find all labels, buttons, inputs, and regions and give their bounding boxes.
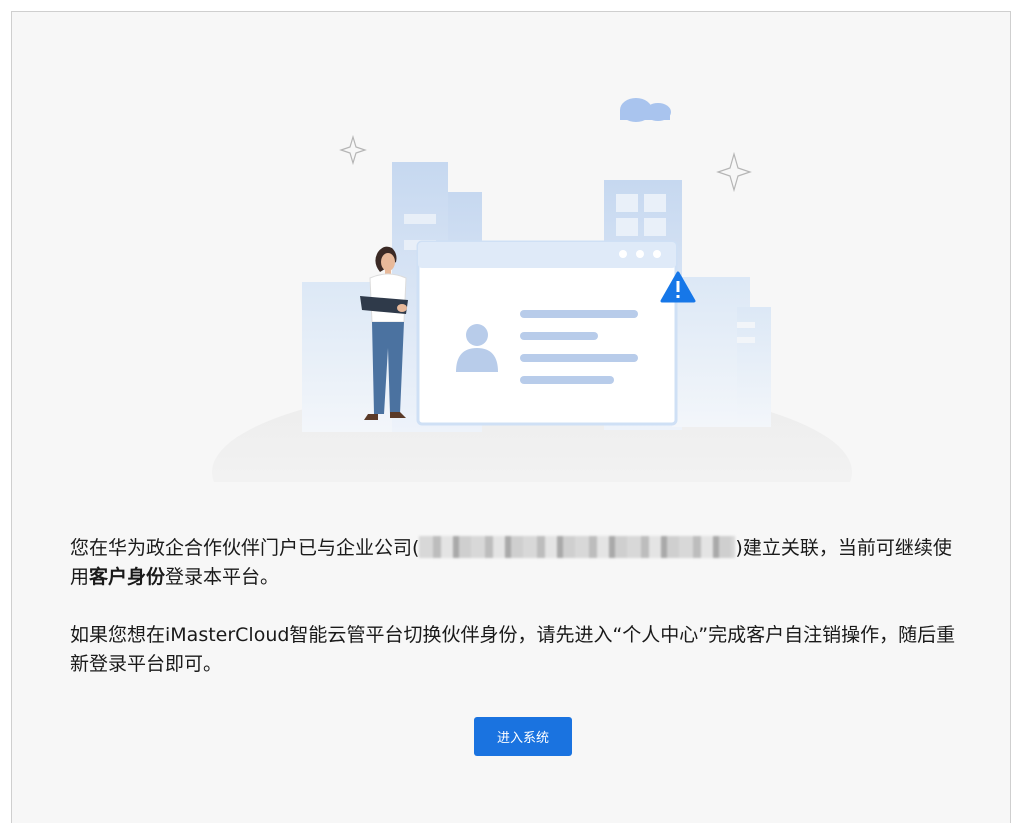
association-text-prefix: 您在华为政企合作伙伴门户已与企业公司( [70, 537, 420, 559]
illustration-svg [212, 98, 852, 562]
sparkle-icon [339, 134, 367, 166]
cloud-icon [620, 98, 671, 122]
customer-identity-label: 客户身份 [89, 566, 166, 588]
association-text-end: 登录本平台。 [165, 566, 280, 588]
notice-dialog: 您在华为政企合作伙伴门户已与企业公司()建立关联，当前可继续使用客户身份登录本平… [11, 11, 1011, 823]
profile-card-window [416, 240, 678, 426]
sparkle-icon [716, 151, 752, 193]
notice-message: 您在华为政企合作伙伴门户已与企业公司()建立关联，当前可继续使用客户身份登录本平… [70, 534, 970, 679]
switch-identity-paragraph: 如果您想在iMasterCloud智能云管平台切换伙伴身份，请先进入“个人中心”… [70, 624, 956, 675]
association-paragraph: 您在华为政企合作伙伴门户已与企业公司()建立关联，当前可继续使用客户身份登录本平… [70, 534, 970, 592]
identity-illustration [192, 82, 872, 562]
enter-system-button[interactable]: 进入系统 [474, 717, 572, 756]
redacted-company-name [419, 536, 736, 558]
